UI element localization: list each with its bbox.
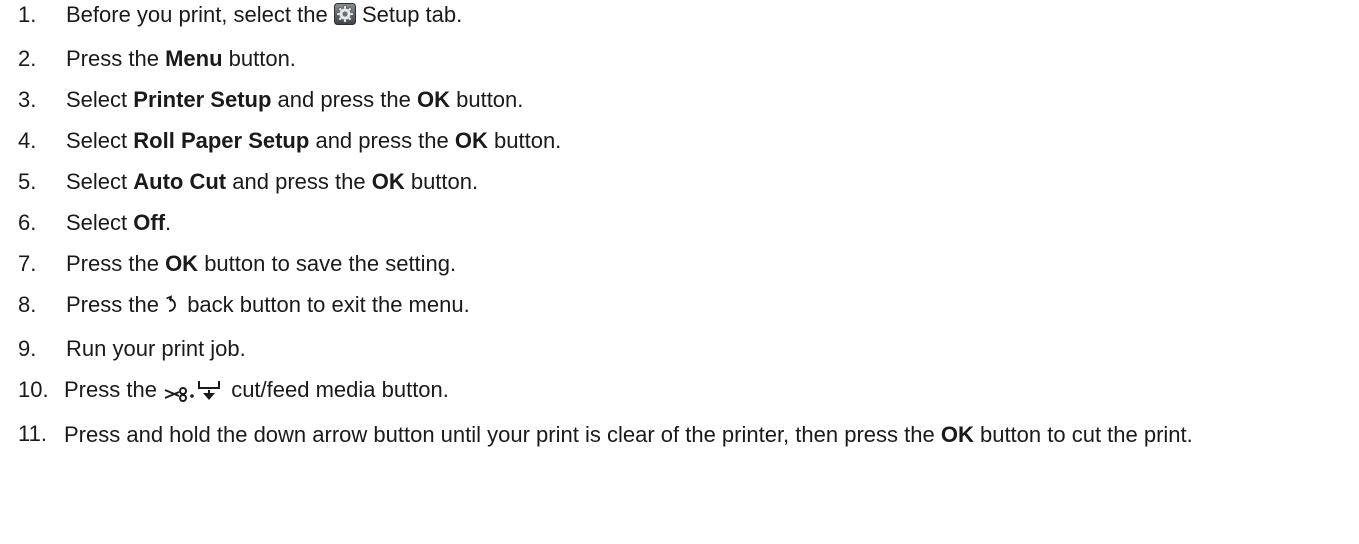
step-number: 3. xyxy=(18,87,37,112)
setup-gear-icon xyxy=(333,3,356,31)
option-label: Off xyxy=(133,210,166,235)
ok-button-label: OK xyxy=(371,169,405,194)
menu-item-label: Auto Cut xyxy=(133,169,227,194)
step-text-part: button. xyxy=(494,128,562,153)
step-4: 4. Select Roll Paper Setup and press the… xyxy=(18,128,1348,154)
step-text: Select Auto Cut and press the OK button. xyxy=(66,169,1348,195)
step-11: 11. Press and hold the down arrow button… xyxy=(18,421,1348,448)
step-text-part: button to cut the print. xyxy=(979,422,1193,447)
step-text: Select Roll Paper Setup and press the OK… xyxy=(66,128,1348,154)
step-text-part: Press the xyxy=(66,292,159,317)
step-10: 10. Press the cut/feed media button. xyxy=(18,377,1348,406)
ok-button-label: OK xyxy=(165,251,199,276)
step-text-part: Select xyxy=(66,169,128,194)
step-number: 2. xyxy=(18,46,37,71)
step-text-part: Press the xyxy=(64,377,157,402)
step-3: 3. Select Printer Setup and press the OK… xyxy=(18,87,1348,113)
step-text-part: button. xyxy=(228,46,296,71)
back-arrow-icon xyxy=(165,295,181,321)
step-text: Press the cut/feed media button. xyxy=(64,377,1348,406)
step-number: 7. xyxy=(18,251,37,276)
step-text-part: Select xyxy=(66,128,128,153)
step-number: 10. xyxy=(18,377,49,402)
step-text-part: and press the xyxy=(277,87,411,112)
step-number: 5. xyxy=(18,169,37,194)
ok-button-label: OK xyxy=(416,87,450,112)
step-1: 1. Before you print, select the Setup ta… xyxy=(18,2,1348,31)
step-7: 7. Press the OK button to save the setti… xyxy=(18,251,1348,277)
step-text: Press and hold the down arrow button unt… xyxy=(64,421,1348,448)
step-text-part: and press the xyxy=(315,128,449,153)
step-number: 9. xyxy=(18,336,37,361)
step-number: 11. xyxy=(18,421,47,446)
step-number: 4. xyxy=(18,128,37,153)
step-text: Select Off. xyxy=(66,210,1348,236)
step-text-part: and press the xyxy=(232,169,366,194)
step-text-part: button to save the setting. xyxy=(204,251,457,276)
instruction-steps: 1. Before you print, select the Setup ta… xyxy=(18,2,1348,463)
step-text-part: button. xyxy=(410,169,479,194)
step-text: Press the OK button to save the setting. xyxy=(66,251,1348,277)
step-text: Select Printer Setup and press the OK bu… xyxy=(66,87,1348,113)
menu-item-label: Roll Paper Setup xyxy=(133,128,310,153)
step-text-part: Press and hold the down arrow button unt… xyxy=(64,422,935,447)
step-6: 6. Select Off. xyxy=(18,210,1348,236)
step-5: 5. Select Auto Cut and press the OK butt… xyxy=(18,169,1348,195)
step-8: 8. Press the back button to exit the men… xyxy=(18,292,1348,321)
step-text-part: back button to exit the menu. xyxy=(187,292,470,317)
step-text-part: Select xyxy=(66,87,128,112)
step-text: Press the Menu button. xyxy=(66,46,1348,72)
step-text-part: Setup tab. xyxy=(361,2,463,27)
step-2: 2. Press the Menu button. xyxy=(18,46,1348,72)
step-text-part: Before you print, select the xyxy=(66,2,328,27)
step-text-part: . xyxy=(165,210,172,235)
step-text-part: Press the xyxy=(66,251,159,276)
ok-button-label: OK xyxy=(454,128,488,153)
step-number: 1. xyxy=(18,2,37,27)
menu-button-label: Menu xyxy=(165,46,223,71)
step-text-part: button. xyxy=(456,87,524,112)
cut-feed-icon xyxy=(163,378,225,406)
step-text: Press the back button to exit the menu. xyxy=(66,292,1348,321)
step-number: 6. xyxy=(18,210,37,235)
ok-button-label: OK xyxy=(940,422,974,447)
step-9: 9. Run your print job. xyxy=(18,336,1348,362)
step-text-part: Select xyxy=(66,210,128,235)
step-number: 8. xyxy=(18,292,37,317)
menu-item-label: Printer Setup xyxy=(133,87,272,112)
step-text: Run your print job. xyxy=(66,336,246,361)
step-text-part: cut/feed media button. xyxy=(231,377,449,402)
step-text: Before you print, select the Setup tab. xyxy=(66,2,1348,31)
step-text-part: Press the xyxy=(66,46,159,71)
